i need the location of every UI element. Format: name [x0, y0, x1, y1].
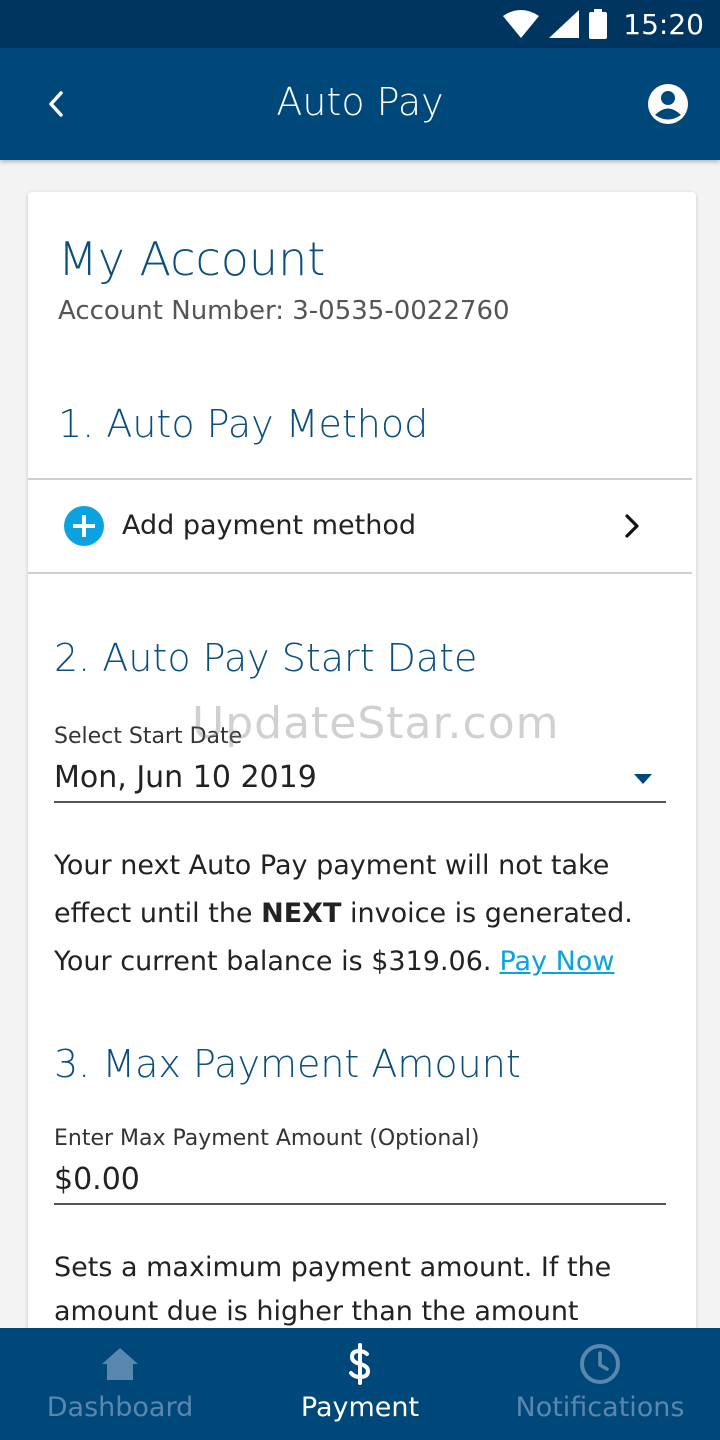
nav-label-payment: Payment: [300, 1392, 420, 1423]
app-bar: Auto Pay: [0, 48, 720, 160]
info-text-bold: NEXT: [261, 898, 342, 929]
page-title: Auto Pay: [276, 80, 444, 124]
dollar-icon: [349, 1343, 371, 1385]
max-amount-label: Enter Max Payment Amount (Optional): [54, 1126, 480, 1151]
max-amount-underline: [54, 1203, 666, 1205]
auto-pay-card: My Account Account Number: 3-0535-002276…: [28, 192, 696, 1352]
chevron-right-icon: [625, 514, 639, 538]
account-title: My Account: [58, 232, 326, 286]
start-date-select[interactable]: Mon, Jun 10 2019: [54, 760, 317, 795]
dropdown-arrow-icon[interactable]: [634, 774, 652, 784]
start-date-underline: [54, 801, 666, 803]
status-time: 15:20: [623, 7, 704, 41]
account-number: Account Number: 3-0535-0022760: [58, 296, 510, 326]
nav-item-payment[interactable]: Payment: [240, 1328, 480, 1440]
wifi-icon: [503, 10, 540, 38]
nav-item-notifications[interactable]: Notifications: [480, 1328, 720, 1440]
add-payment-method-row[interactable]: Add payment method: [28, 480, 692, 572]
add-payment-method-label: Add payment method: [122, 510, 416, 541]
section-title-max-amount: 3. Max Payment Amount: [54, 1042, 521, 1086]
pay-now-link[interactable]: Pay Now: [499, 946, 614, 977]
nav-label-notifications: Notifications: [515, 1392, 685, 1423]
profile-button[interactable]: [646, 82, 690, 126]
section-title-method: 1. Auto Pay Method: [58, 402, 429, 446]
clock-icon: [580, 1344, 620, 1384]
nav-item-dashboard[interactable]: Dashboard: [0, 1328, 240, 1440]
status-icons: 15:20: [503, 0, 704, 48]
max-amount-input[interactable]: $0.00: [54, 1162, 140, 1197]
start-date-label: Select Start Date: [54, 724, 243, 749]
divider: [28, 572, 692, 574]
auto-pay-info-text: Your next Auto Pay payment will not take…: [54, 842, 674, 986]
plus-icon: [64, 506, 104, 546]
section-title-start-date: 2. Auto Pay Start Date: [54, 636, 478, 680]
battery-icon: [589, 9, 608, 39]
bottom-nav: Dashboard Payment Notifications: [0, 1328, 720, 1440]
status-bar: 15:20: [0, 0, 720, 48]
account-circle-icon: [648, 84, 688, 124]
max-amount-info-text: Sets a maximum payment amount. If the am…: [54, 1252, 612, 1327]
signal-icon: [549, 10, 580, 38]
home-icon: [102, 1348, 138, 1380]
nav-label-dashboard: Dashboard: [46, 1392, 194, 1423]
